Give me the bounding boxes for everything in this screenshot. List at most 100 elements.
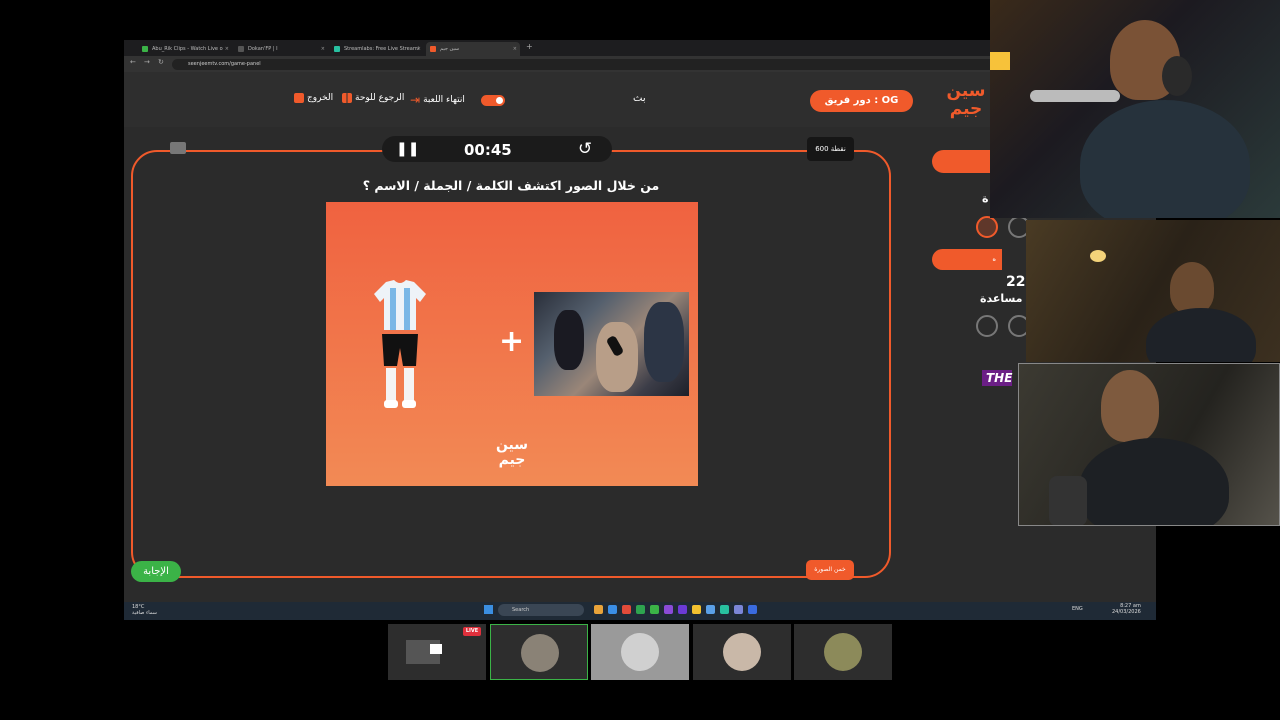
exit-label: الخروج xyxy=(307,93,334,103)
person-head xyxy=(1170,262,1214,314)
points-badge: 600 نقطة xyxy=(807,137,854,161)
grid-icon xyxy=(342,93,352,103)
tab-1[interactable]: Abu_Rik Clips - Watch Live o × xyxy=(138,42,232,56)
taskbar-clock[interactable]: 8:27 am 24/03/2026 xyxy=(1112,603,1141,615)
webcam-guest-1 xyxy=(1026,220,1280,362)
webcam-guest-2 xyxy=(1018,363,1280,526)
exit-button[interactable]: الخروج xyxy=(294,93,333,103)
back-icon[interactable]: ← xyxy=(130,58,136,66)
participant-tile-screen[interactable]: LIVE xyxy=(388,624,486,680)
chrome-icon[interactable] xyxy=(622,605,631,614)
tab-label: سين جيم xyxy=(440,46,460,52)
tab-3[interactable]: Streamlabs: Free Live Streami × xyxy=(330,42,424,56)
live-badge: LIVE xyxy=(463,627,481,636)
sidebar-team-label: ة xyxy=(982,192,989,205)
header-center-text: بث xyxy=(633,93,646,104)
background-light xyxy=(990,52,1010,70)
tab-label: Dokan'FP | I xyxy=(248,46,278,52)
url-field[interactable]: seenjeemtv.com/game-panel xyxy=(172,59,1052,70)
app-icon[interactable] xyxy=(664,605,673,614)
guess-image-button[interactable]: خمن الصورة xyxy=(806,560,854,580)
weather-widget[interactable]: 18°C سماء صافية xyxy=(132,604,157,616)
weather-desc: سماء صافية xyxy=(132,610,157,616)
press-microphones-photo xyxy=(534,292,689,396)
forward-icon[interactable]: → xyxy=(144,58,150,66)
tab-close-icon[interactable]: × xyxy=(225,42,229,56)
tab-close-icon[interactable]: × xyxy=(513,42,517,56)
back-to-board-label: الرجوع للوحة xyxy=(355,93,405,103)
person-body xyxy=(1079,438,1229,525)
clock-date: 24/03/2026 xyxy=(1112,609,1141,615)
streamlabs-icon[interactable] xyxy=(720,605,729,614)
exit-icon xyxy=(294,93,304,103)
plus-icon: + xyxy=(499,324,525,359)
tab-favicon-icon xyxy=(142,46,148,52)
arrow-right-icon: ⇥ xyxy=(410,93,421,107)
reload-icon[interactable]: ↻ xyxy=(158,58,164,66)
monitor-icon xyxy=(430,644,442,654)
photo-figure xyxy=(644,302,684,382)
lamp-light xyxy=(1090,250,1106,262)
tab-2[interactable]: Dokan'FP | I × xyxy=(234,42,328,56)
person-body xyxy=(1080,100,1250,218)
tab-close-icon[interactable]: × xyxy=(321,42,325,56)
team-score: 22 xyxy=(1006,274,1026,290)
reset-timer-icon[interactable]: ↺ xyxy=(578,139,592,159)
timer-display: 00:45 xyxy=(464,141,512,159)
avatar xyxy=(521,634,559,672)
tab-favicon-icon xyxy=(238,46,244,52)
file-explorer-icon[interactable] xyxy=(594,605,603,614)
help-label: مساعدة xyxy=(980,292,1023,305)
windows-start-icon[interactable] xyxy=(484,605,493,614)
webcam-host xyxy=(990,0,1280,218)
person-body xyxy=(1146,308,1256,362)
team-turn-badge: دور فريق : OG xyxy=(810,90,913,112)
team-pill-2: ه xyxy=(932,249,1002,270)
new-tab-icon[interactable]: + xyxy=(526,42,533,51)
pause-icon[interactable]: ❚❚ xyxy=(396,141,419,157)
steam-icon[interactable] xyxy=(748,605,757,614)
hand-help-icon[interactable] xyxy=(976,315,998,337)
app-icon[interactable] xyxy=(706,605,715,614)
hand-help-icon[interactable] xyxy=(976,216,998,238)
tab-close-icon[interactable]: × xyxy=(417,42,421,56)
avatar xyxy=(723,633,761,671)
app-icon[interactable] xyxy=(636,605,645,614)
participant-tile[interactable] xyxy=(693,624,791,680)
card-logo: سين جيم xyxy=(495,437,529,468)
tab-4-active[interactable]: سين جيم × xyxy=(426,42,520,56)
folder-icon[interactable] xyxy=(692,605,701,614)
end-game-label: انتهاء اللعبة xyxy=(423,95,465,105)
avatar xyxy=(621,633,659,671)
sponsor-banner: THE xyxy=(982,370,1012,386)
app-icon[interactable] xyxy=(678,605,687,614)
back-to-board-button[interactable]: الرجوع للوحة xyxy=(342,93,404,103)
avatar xyxy=(824,633,862,671)
end-game-button[interactable]: ⇥ انتهاء اللعبة xyxy=(410,93,465,107)
question-text: من خلال الصور اكتشف الكلمة / الجملة / ال… xyxy=(362,178,660,193)
football-kit-icon xyxy=(374,280,426,408)
participant-tile[interactable] xyxy=(794,624,892,680)
person-head xyxy=(1101,370,1159,442)
participants-strip: LIVE xyxy=(388,624,892,680)
game-toggle-switch[interactable] xyxy=(481,95,505,106)
headphones-icon xyxy=(1162,56,1192,96)
app-logo: سين جيم xyxy=(946,81,986,119)
quiz-image-card: + سين جيم xyxy=(326,202,698,486)
participant-tile[interactable] xyxy=(490,624,588,680)
language-indicator[interactable]: ENG xyxy=(1072,606,1083,612)
tab-favicon-icon xyxy=(334,46,340,52)
answer-button[interactable]: الإجابة xyxy=(131,561,181,582)
xbox-icon[interactable] xyxy=(650,605,659,614)
edge-icon[interactable] xyxy=(608,605,617,614)
taskbar-search[interactable]: Search xyxy=(498,604,584,616)
participant-tile[interactable] xyxy=(591,624,689,680)
discord-icon[interactable] xyxy=(734,605,743,614)
small-badge xyxy=(170,142,186,154)
microphone-icon xyxy=(1049,476,1087,525)
microphone-icon xyxy=(1030,90,1120,102)
photo-figure xyxy=(596,322,638,392)
tab-label: Abu_Rik Clips - Watch Live o xyxy=(152,46,223,52)
tab-favicon-icon xyxy=(430,46,436,52)
tab-label: Streamlabs: Free Live Streami xyxy=(344,46,420,52)
